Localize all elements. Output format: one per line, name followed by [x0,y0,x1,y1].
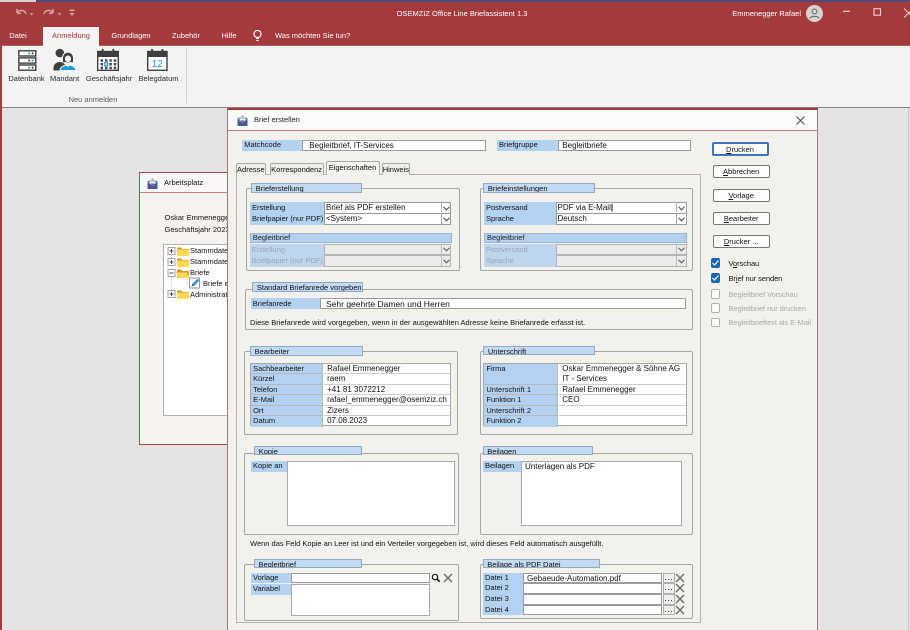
svg-text:12: 12 [151,59,163,70]
